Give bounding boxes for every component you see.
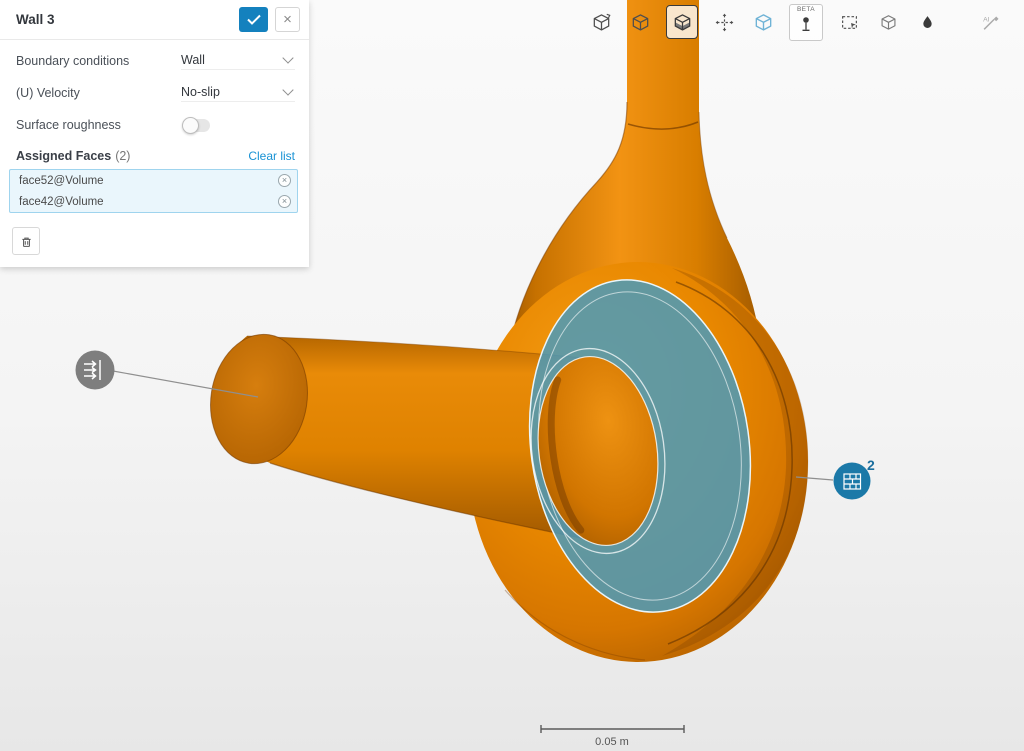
boundary-conditions-value: Wall [181, 53, 205, 67]
standard-views-icon[interactable] [627, 7, 653, 37]
remove-face-button[interactable]: × [278, 174, 291, 187]
hide-selection-icon[interactable] [875, 7, 901, 37]
surface-roughness-row: Surface roughness [9, 109, 298, 141]
delete-button[interactable] [12, 227, 40, 255]
clear-list-link[interactable]: Clear list [248, 149, 295, 163]
chevron-down-icon [282, 84, 293, 95]
wall-badge-count: 2 [867, 457, 875, 473]
boundary-conditions-label: Boundary conditions [16, 54, 181, 68]
assigned-faces-count: (2) [115, 149, 130, 163]
check-icon [247, 14, 261, 25]
beta-label: BETA [797, 6, 815, 13]
velocity-inlet-marker[interactable] [76, 351, 115, 390]
trash-icon [19, 233, 34, 249]
assigned-faces-label: Assigned Faces [16, 149, 111, 163]
chevron-down-icon [282, 52, 293, 63]
probe-point-icon [797, 13, 815, 35]
velocity-label: (U) Velocity [16, 86, 181, 100]
face-name: face42@Volume [19, 196, 104, 208]
probe-point-beta-button[interactable]: BETA [789, 4, 823, 41]
scale-bar-label: 0.05 m [595, 736, 629, 748]
boundary-conditions-row: Boundary conditions Wall [9, 45, 298, 77]
scale-bar: 0.05 m [541, 725, 684, 748]
surface-roughness-toggle[interactable] [183, 119, 210, 132]
face-name: face52@Volume [19, 175, 104, 187]
wall-marker[interactable]: 2 [834, 457, 876, 500]
transparent-geometry-icon[interactable] [750, 7, 776, 37]
viewer-toolbar: BETA AI [588, 2, 1004, 42]
move-entity-icon[interactable] [711, 7, 737, 37]
panel-title: Wall 3 [16, 12, 239, 27]
box-select-icon[interactable] [836, 7, 862, 37]
section-clip-icon[interactable] [666, 5, 698, 39]
surface-roughness-label: Surface roughness [16, 118, 181, 132]
remove-face-button[interactable]: × [278, 195, 291, 208]
panel-header: Wall 3 × [0, 0, 309, 39]
assigned-faces-header: Assigned Faces (2) Clear list [9, 141, 298, 169]
close-icon: × [283, 12, 292, 27]
close-button[interactable]: × [275, 7, 300, 32]
face-list-item[interactable]: face52@Volume × [10, 170, 297, 191]
face-list-item[interactable]: face42@Volume × [10, 191, 297, 212]
velocity-select[interactable]: No-slip [181, 85, 295, 102]
boundary-conditions-select[interactable]: Wall [181, 53, 295, 70]
toggle-knob [182, 117, 199, 134]
boundary-condition-panel: Wall 3 × Boundary conditions Wall (U) Ve… [0, 0, 309, 267]
velocity-row: (U) Velocity No-slip [9, 77, 298, 109]
pick-point-icon[interactable] [914, 7, 940, 37]
svg-text:AI: AI [983, 16, 990, 23]
velocity-value: No-slip [181, 85, 220, 99]
fit-view-icon[interactable] [588, 7, 614, 37]
ai-annotation-icon[interactable]: AI [978, 7, 1004, 37]
assigned-faces-list: face52@Volume × face42@Volume × [9, 169, 298, 213]
apply-button[interactable] [239, 7, 268, 32]
